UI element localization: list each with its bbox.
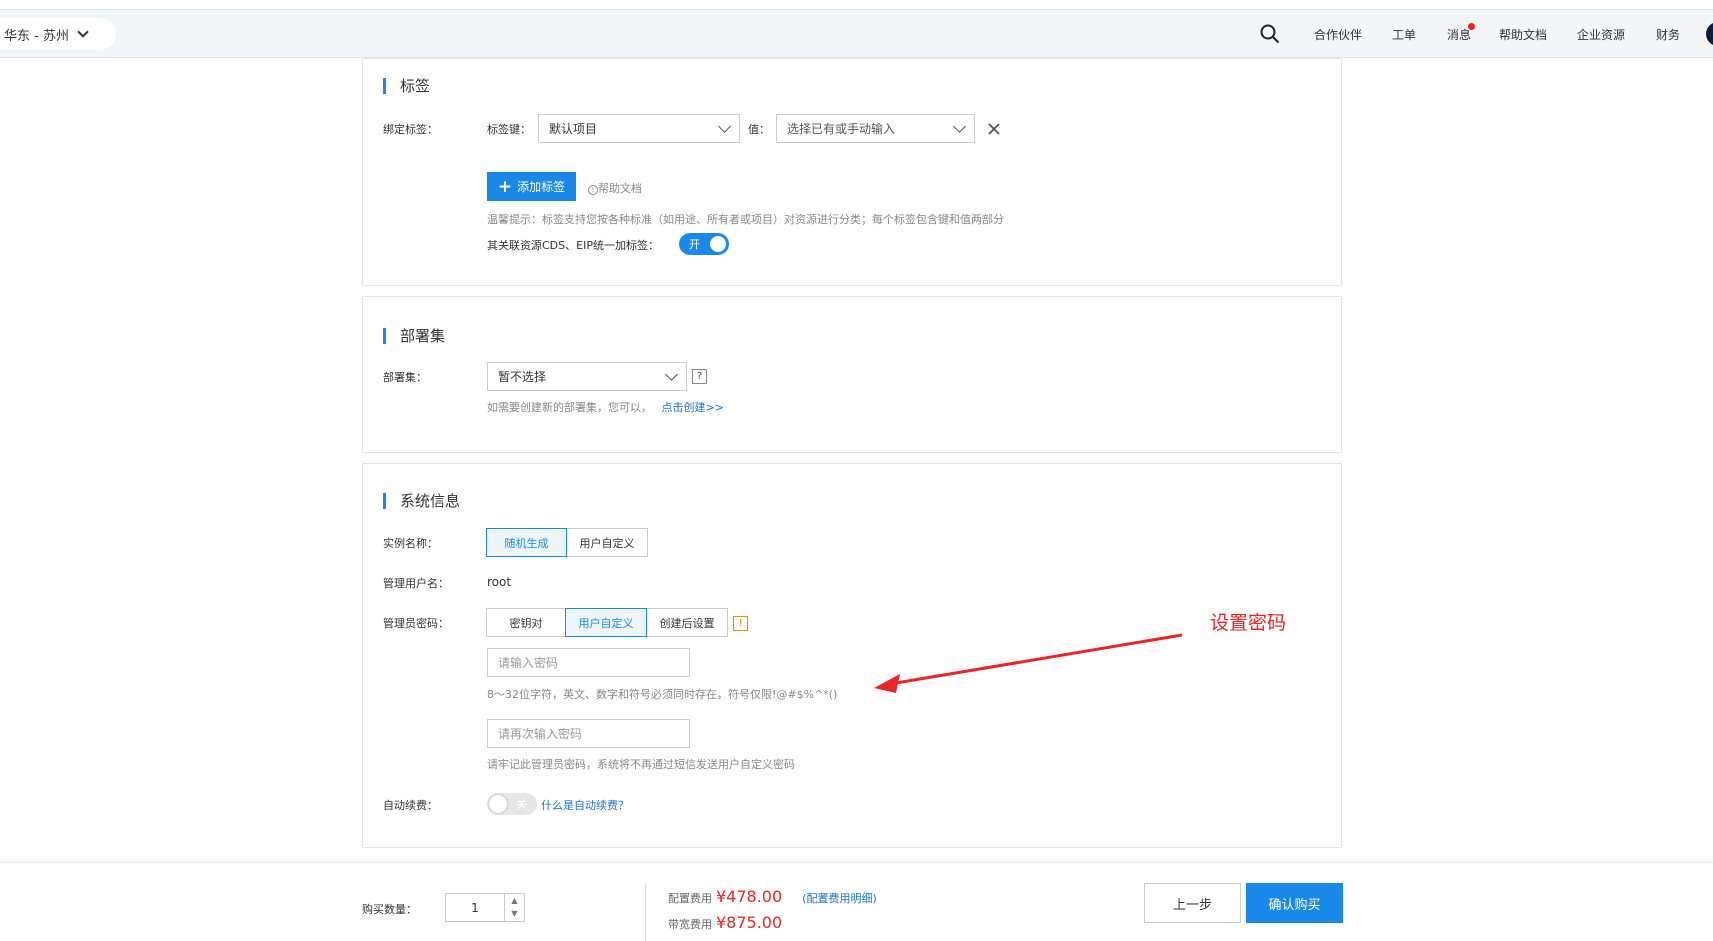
password-rule-hint: 8～32位字符，英文、数字和符号必须同时存在，符号仅限!@#$%^*() (487, 688, 838, 701)
stepper-arrows[interactable]: ▲ ▼ (504, 894, 524, 921)
bind-tag-label: 绑定标签： (383, 123, 438, 136)
purchase-footer: 购买数量： 1 ▲ ▼ 配置费用 ¥478.00 (配置费用明细) 带宽费用 ¥… (0, 862, 1713, 941)
help-doc-link[interactable]: ! 帮助文档 (588, 180, 642, 196)
nav-tickets[interactable]: 工单 (1392, 10, 1416, 58)
tag-key-label: 标签键： (487, 123, 531, 136)
message-badge (1468, 23, 1475, 30)
toggle-knob (710, 236, 726, 252)
config-fee-row: 配置费用 ¥478.00 (配置费用明细) (668, 887, 877, 906)
config-fee-detail-link[interactable]: (配置费用明细) (802, 890, 877, 906)
chevron-down-icon (665, 368, 678, 381)
browser-top-line (0, 0, 1713, 10)
chevron-down-icon (718, 120, 731, 133)
info-circle-icon: ! (588, 185, 598, 195)
quantity-value: 1 (471, 900, 479, 915)
tags-panel: 标签 绑定标签： 标签键： 默认项目 值： 选择已有或手动输入 + 添加标签 !… (362, 58, 1342, 286)
add-tag-button[interactable]: + 添加标签 (487, 172, 576, 201)
tag-value-placeholder: 选择已有或手动输入 (787, 122, 896, 136)
admin-user-label: 管理用户名： (383, 577, 449, 590)
auto-renew-help-link[interactable]: 什么是自动续费？ (541, 797, 629, 813)
quantity-label: 购买数量： (362, 903, 417, 916)
deploy-set-hint-text: 如需要创建新的部署集，您可以， (487, 401, 652, 414)
deploy-set-select[interactable]: 暂不选择 (487, 362, 687, 391)
add-tag-label: 添加标签 (517, 180, 566, 194)
region-label: 华东 - 苏州 (4, 28, 69, 44)
avatar[interactable] (1706, 22, 1713, 46)
admin-password-label: 管理员密码： (383, 617, 449, 630)
deploy-set-panel: 部署集 部署集： 暂不选择 ? 如需要创建新的部署集，您可以， 点击创建>> (362, 296, 1342, 453)
info-icon[interactable]: ! (733, 616, 748, 631)
region-selector[interactable]: 华东 - 苏州 (0, 18, 116, 50)
config-fee-value: ¥478.00 (716, 887, 783, 906)
password-input[interactable]: 请输入密码 (487, 648, 690, 677)
nav-enterprise-resources[interactable]: 企业资源 (1577, 10, 1625, 58)
config-fee-label: 配置费用 (668, 892, 712, 905)
toggle-knob (489, 795, 507, 813)
tag-tip: 温馨提示：标签支持您按各种标准（如用途、所有者或项目）对资源进行分类；每个标签包… (487, 213, 1004, 226)
deploy-set-hint: 如需要创建新的部署集，您可以， 点击创建>> (487, 399, 724, 415)
plus-icon: + (497, 176, 513, 197)
option-keypair[interactable]: 密钥对 (486, 608, 566, 637)
tag-value-label: 值： (748, 123, 770, 136)
toggle-label: 开 (689, 238, 700, 251)
help-doc-label: 帮助文档 (598, 182, 642, 195)
confirm-purchase-button[interactable]: 确认购买 (1246, 883, 1343, 923)
bandwidth-fee-label: 带宽费用 (668, 918, 712, 931)
tag-key-value: 默认项目 (549, 122, 598, 136)
footer-divider (645, 885, 646, 941)
option-set-after-create[interactable]: 创建后设置 (646, 608, 728, 637)
admin-user-value: root (487, 575, 512, 589)
chevron-down-icon (953, 120, 966, 133)
section-title-deploy-set: 部署集 (383, 325, 445, 346)
prev-step-button[interactable]: 上一步 (1144, 883, 1241, 923)
unify-tag-label: 其关联资源CDS、EIP统一加标签： (487, 239, 659, 252)
close-icon[interactable] (988, 123, 1000, 135)
nav-partners[interactable]: 合作伙伴 (1314, 10, 1362, 58)
top-header: 华东 - 苏州 合作伙伴 工单 消息 帮助文档 企业资源 财务 (0, 10, 1713, 58)
admin-password-segment: 密钥对 用户自定义 创建后设置 (486, 608, 728, 637)
nav-messages[interactable]: 消息 (1447, 10, 1471, 58)
system-info-panel: 系统信息 实例名称： 随机生成 用户自定义 管理用户名： root 管理员密码：… (362, 463, 1342, 848)
toggle-label: 关 (516, 798, 527, 811)
nav-finance[interactable]: 财务 (1656, 10, 1680, 58)
nav-help-docs[interactable]: 帮助文档 (1499, 10, 1547, 58)
option-custom[interactable]: 用户自定义 (566, 528, 648, 557)
chevron-up-icon[interactable]: ▲ (505, 894, 524, 907)
instance-name-label: 实例名称： (383, 537, 438, 550)
tag-value-select[interactable]: 选择已有或手动输入 (776, 114, 975, 143)
deploy-set-value: 暂不选择 (498, 370, 547, 384)
annotation-label: 设置密码 (1210, 612, 1287, 634)
instance-name-segment: 随机生成 用户自定义 (486, 528, 648, 557)
auto-renew-label: 自动续费： (383, 799, 438, 812)
option-random[interactable]: 随机生成 (486, 528, 567, 557)
create-deploy-set-link[interactable]: 点击创建>> (662, 401, 724, 414)
chevron-down-icon[interactable]: ▼ (505, 907, 524, 920)
option-user-defined[interactable]: 用户自定义 (565, 608, 647, 637)
unify-tag-toggle[interactable]: 开 (679, 233, 729, 255)
section-title-tags: 标签 (383, 75, 430, 96)
tag-key-select[interactable]: 默认项目 (538, 114, 740, 143)
password-note: 请牢记此管理员密码，系统将不再通过短信发送用户自定义密码 (487, 758, 795, 771)
deploy-set-label: 部署集： (383, 371, 427, 384)
bandwidth-fee-value: ¥875.00 (716, 913, 783, 932)
bandwidth-fee-row: 带宽费用 ¥875.00 (668, 913, 782, 932)
confirm-password-input[interactable]: 请再次输入密码 (487, 719, 690, 748)
quantity-stepper[interactable]: 1 ▲ ▼ (445, 893, 525, 922)
question-icon[interactable]: ? (692, 369, 707, 384)
chevron-down-icon (77, 26, 89, 38)
search-icon[interactable] (1260, 24, 1280, 44)
auto-renew-toggle[interactable]: 关 (487, 793, 537, 815)
section-title-system-info: 系统信息 (383, 490, 460, 511)
